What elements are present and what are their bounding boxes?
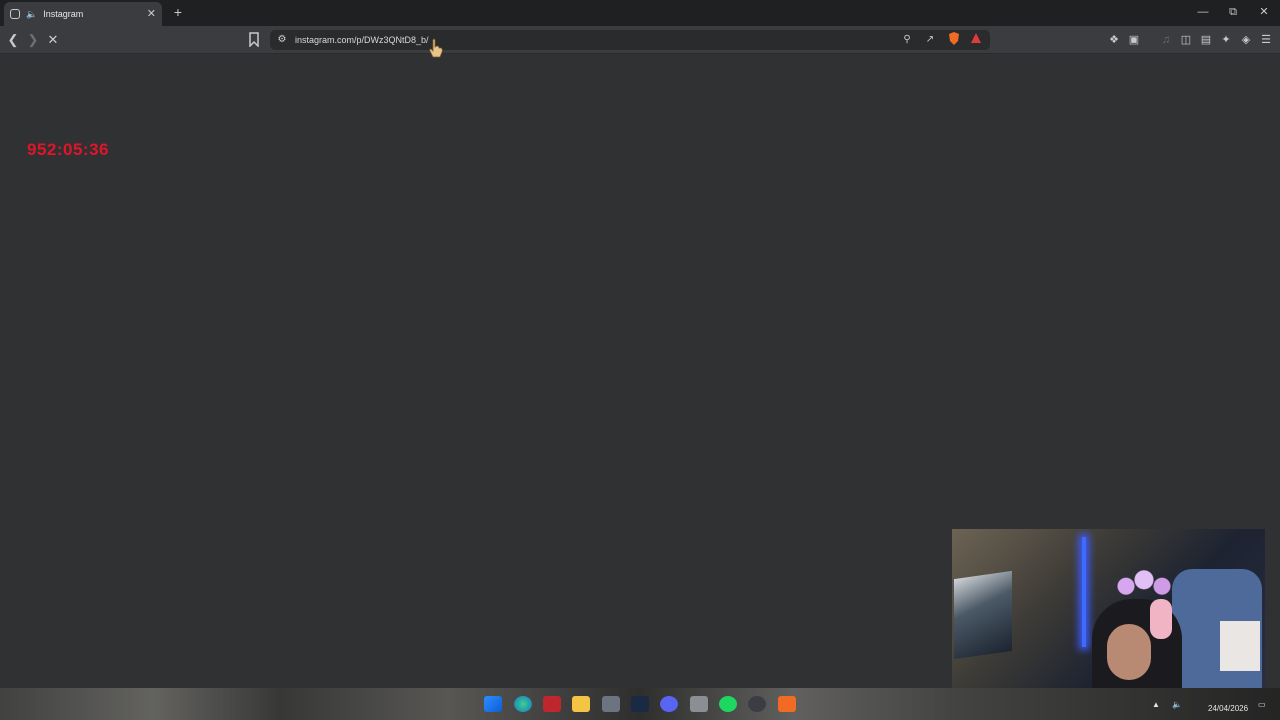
file-explorer-icon[interactable] <box>572 696 590 712</box>
brave-icon[interactable] <box>778 696 796 712</box>
vpn-icon[interactable]: ◈ <box>1238 32 1254 48</box>
url-text[interactable]: instagram.com/p/DWz3QNtD8_b/ <box>295 30 429 50</box>
start-icon[interactable] <box>484 696 502 712</box>
menu-icon[interactable]: ☰ <box>1258 32 1274 48</box>
volume-icon[interactable]: 🔈 <box>1172 700 1182 709</box>
share-icon[interactable]: ↗ <box>922 32 938 48</box>
bookmark-icon[interactable] <box>248 32 260 47</box>
wallet-icon[interactable]: ▤ <box>1198 32 1214 48</box>
webcam-overlay <box>952 529 1265 705</box>
close-tab-icon[interactable]: ✕ <box>147 8 156 20</box>
speaker-icon[interactable]: 🔈 <box>26 9 37 20</box>
restore-button[interactable]: ⧉ <box>1223 4 1243 20</box>
webcam-monitor <box>954 570 1012 660</box>
webcam-headset <box>1150 599 1172 639</box>
tab-strip: 🔈 Instagram ✕ + — ⧉ ✕ <box>0 0 1280 26</box>
new-tab-button[interactable]: + <box>171 4 185 20</box>
tab-title: Instagram <box>43 9 84 19</box>
app-icon-3[interactable] <box>690 696 708 712</box>
taskbar <box>0 688 1280 720</box>
spotify-icon[interactable] <box>719 696 737 712</box>
browser-toolbar: ❮ ❯ ✕ ⚙ instagram.com/p/DWz3QNtD8_b/ ⚲ ↗… <box>0 26 1280 54</box>
tab-instagram[interactable]: 🔈 Instagram ✕ <box>4 2 162 26</box>
stop-loading-button[interactable]: ✕ <box>45 32 61 48</box>
edge-icon[interactable] <box>514 696 532 712</box>
forward-button[interactable]: ❯ <box>25 32 41 48</box>
steam-icon[interactable] <box>631 696 649 712</box>
webcam-shelf <box>1220 621 1260 671</box>
leo-ai-icon[interactable]: ✦ <box>1218 32 1234 48</box>
extensions-icon[interactable]: ❖ <box>1106 32 1122 48</box>
screenshot-icon[interactable]: ▣ <box>1126 32 1142 48</box>
hand-cursor-icon <box>429 38 443 58</box>
discord-icon[interactable] <box>660 696 678 712</box>
taskbar-date[interactable]: 24/04/2026 <box>1208 704 1248 713</box>
globe-icon <box>10 9 20 19</box>
stream-timer: 952:05:36 <box>27 140 110 159</box>
minimize-button[interactable]: — <box>1193 4 1213 20</box>
notification-icon[interactable]: ▭ <box>1258 700 1266 709</box>
app-icon-2[interactable] <box>602 696 620 712</box>
webcam-led-strip <box>1082 537 1086 647</box>
obs-icon[interactable] <box>748 696 766 712</box>
app-icon[interactable] <box>543 696 561 712</box>
webcam-face <box>1107 624 1151 680</box>
media-icon[interactable]: ♫ <box>1158 32 1174 48</box>
close-window-button[interactable]: ✕ <box>1254 4 1274 20</box>
site-settings-icon[interactable]: ⚙ <box>274 32 290 48</box>
back-button[interactable]: ❮ <box>5 32 21 48</box>
webcam-flower-crown <box>1114 567 1174 599</box>
brave-shields-icon[interactable] <box>946 32 962 48</box>
brave-rewards-icon[interactable] <box>968 32 984 48</box>
zoom-icon[interactable]: ⚲ <box>899 32 915 48</box>
sidebar-icon[interactable]: ◫ <box>1178 32 1194 48</box>
address-bar[interactable]: ⚙ instagram.com/p/DWz3QNtD8_b/ ⚲ ↗ <box>270 30 990 50</box>
network-icon[interactable]: ▲ <box>1152 700 1160 709</box>
